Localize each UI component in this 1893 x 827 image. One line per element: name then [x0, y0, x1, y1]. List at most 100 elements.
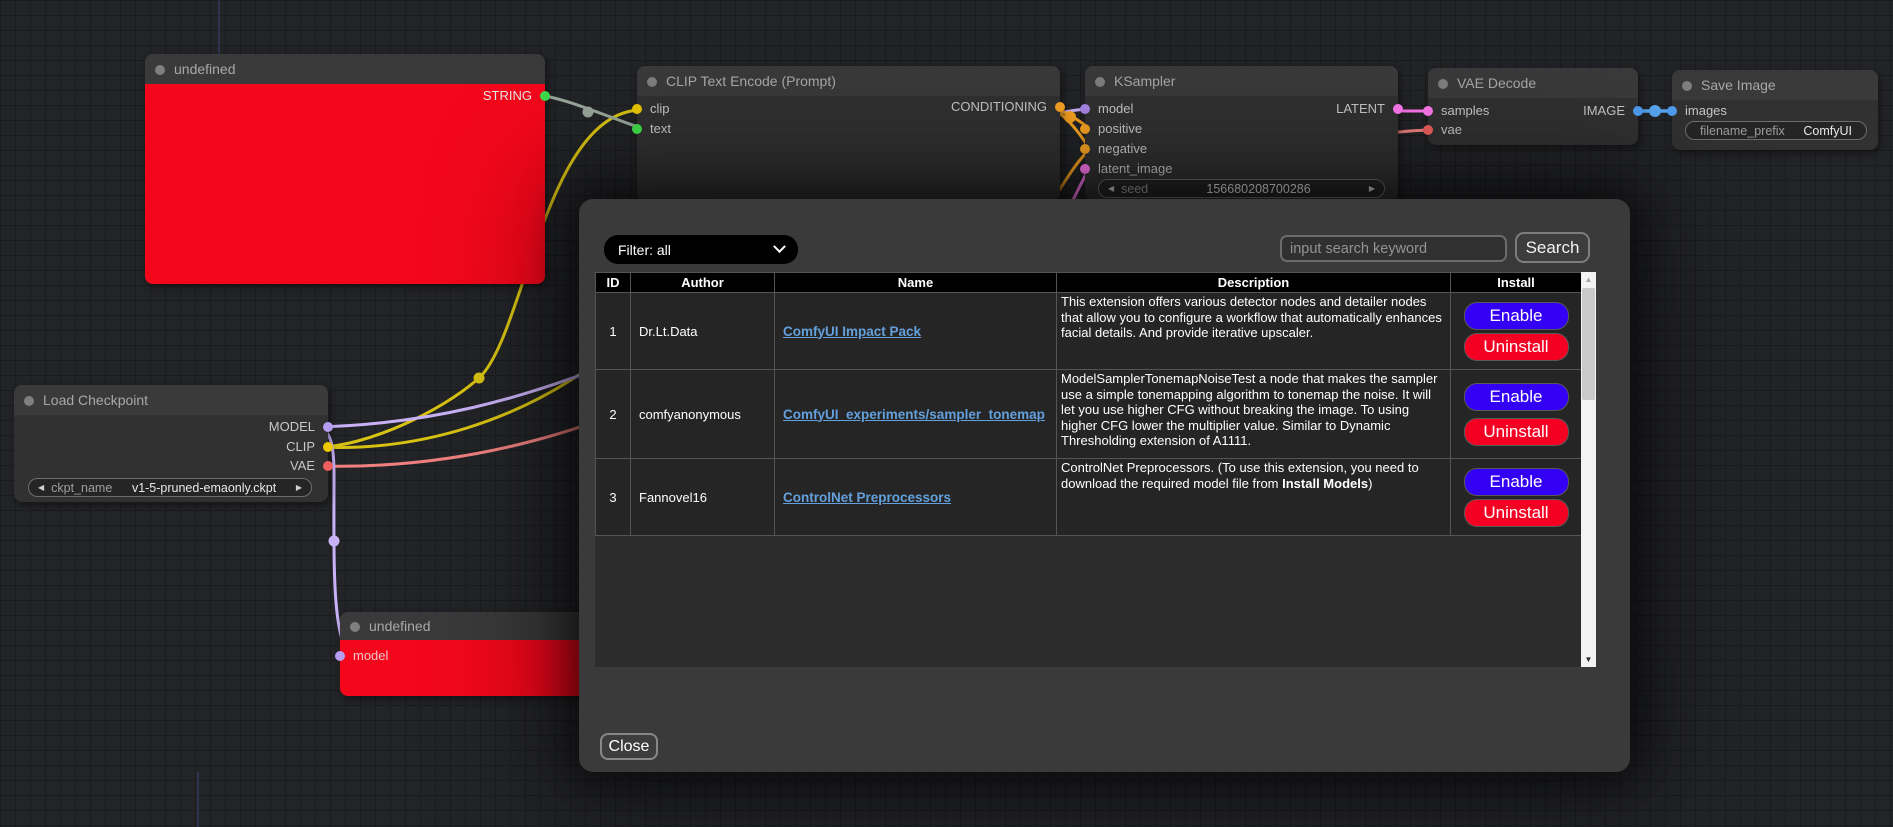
search-input[interactable]	[1280, 235, 1507, 262]
node-title: Load Checkpoint	[14, 385, 328, 415]
output-label: IMAGE	[1583, 103, 1625, 118]
input-label: images	[1685, 103, 1727, 118]
collapse-dot-icon[interactable]	[155, 65, 165, 75]
node-title: KSampler	[1085, 66, 1398, 96]
cell-description: ControlNet Preprocessors. (To use this e…	[1057, 459, 1451, 536]
cell-description: This extension offers various detector n…	[1057, 293, 1451, 370]
extension-table-wrapper: ID Author Name Description Install 1 Dr.…	[595, 272, 1596, 667]
node-title: undefined	[340, 612, 620, 640]
node-load-checkpoint[interactable]: Load Checkpoint MODEL CLIP VAE ◀ ckpt_na…	[14, 385, 328, 502]
filename-prefix-widget[interactable]: filename_prefix ComfyUI	[1685, 121, 1867, 140]
widget-label: seed	[1121, 182, 1148, 196]
reroute-dot[interactable]	[474, 373, 485, 384]
collapse-dot-icon[interactable]	[1438, 79, 1448, 89]
table-scrollbar[interactable]: ▲ ▼	[1581, 272, 1596, 667]
input-label: vae	[1441, 122, 1462, 137]
widget-label: ckpt_name	[51, 481, 112, 495]
output-slot-image[interactable]	[1633, 106, 1643, 116]
node-title: Save Image	[1672, 70, 1878, 100]
filter-select[interactable]: Filter: all	[604, 235, 798, 264]
output-label: CLIP	[286, 439, 315, 454]
input-label: negative	[1098, 141, 1147, 156]
widget-value: ComfyUI	[1803, 124, 1852, 138]
next-arrow-icon[interactable]: ▶	[296, 478, 302, 497]
scroll-down-icon[interactable]: ▼	[1581, 653, 1596, 666]
cell-author: Dr.Lt.Data	[631, 293, 775, 370]
node-clip-text-encode[interactable]: CLIP Text Encode (Prompt) clip text COND…	[637, 66, 1060, 201]
output-label: LATENT	[1336, 101, 1385, 116]
reroute-dot[interactable]	[1649, 105, 1661, 117]
scroll-up-icon[interactable]: ▲	[1581, 273, 1596, 286]
header-install: Install	[1451, 273, 1582, 293]
collapse-dot-icon[interactable]	[1682, 81, 1692, 91]
enable-button[interactable]: Enable	[1465, 303, 1568, 329]
collapse-dot-icon[interactable]	[1095, 77, 1105, 87]
header-name: Name	[775, 273, 1057, 293]
close-button[interactable]: Close	[600, 733, 658, 760]
input-slot-negative[interactable]	[1080, 144, 1090, 154]
collapse-dot-icon[interactable]	[647, 77, 657, 87]
node-ksampler[interactable]: KSampler model positive negative latent_…	[1085, 66, 1398, 201]
node-undefined-bottom[interactable]: undefined model	[340, 612, 620, 696]
enable-button[interactable]: Enable	[1465, 384, 1568, 410]
cell-id: 1	[596, 293, 631, 370]
input-slot-text[interactable]	[632, 124, 642, 134]
header-author: Author	[631, 273, 775, 293]
output-slot-string[interactable]	[540, 91, 550, 101]
header-description: Description	[1057, 273, 1451, 293]
search-button[interactable]: Search	[1515, 232, 1590, 263]
table-header-row: ID Author Name Description Install	[596, 273, 1582, 293]
output-slot-clip[interactable]	[323, 442, 333, 452]
input-slot-vae[interactable]	[1423, 125, 1433, 135]
input-slot-model[interactable]	[335, 651, 345, 661]
reroute-dot[interactable]	[329, 536, 340, 547]
table-row: 1 Dr.Lt.Data ComfyUI Impact Pack This ex…	[596, 293, 1582, 370]
output-label: MODEL	[269, 419, 315, 434]
cell-id: 3	[596, 459, 631, 536]
collapse-dot-icon[interactable]	[350, 622, 360, 632]
reroute-dot[interactable]	[1064, 111, 1076, 123]
output-label: CONDITIONING	[951, 99, 1047, 114]
output-label: STRING	[483, 88, 532, 103]
decrement-arrow-icon[interactable]: ◀	[1108, 179, 1114, 198]
input-slot-latent-image[interactable]	[1080, 164, 1090, 174]
extension-link[interactable]: ControlNet Preprocessors	[783, 490, 951, 505]
input-label: text	[650, 121, 671, 136]
output-slot-conditioning[interactable]	[1055, 102, 1065, 112]
header-id: ID	[596, 273, 631, 293]
prev-arrow-icon[interactable]: ◀	[38, 478, 44, 497]
filter-selected-value: Filter: all	[618, 242, 671, 258]
input-label: model	[353, 648, 388, 663]
output-slot-vae[interactable]	[323, 461, 333, 471]
cell-author: comfyanonymous	[631, 370, 775, 459]
node-save-image[interactable]: Save Image images filename_prefix ComfyU…	[1672, 70, 1878, 150]
enable-button[interactable]: Enable	[1465, 469, 1568, 495]
widget-value: v1-5-pruned-emaonly.ckpt	[112, 481, 296, 495]
node-title: CLIP Text Encode (Prompt)	[637, 66, 1060, 96]
table-row: 3 Fannovel16 ControlNet Preprocessors Co…	[596, 459, 1582, 536]
comfyui-canvas[interactable]: undefined STRING CLIP Text Encode (Promp…	[0, 0, 1893, 827]
uninstall-button[interactable]: Uninstall	[1465, 334, 1568, 360]
uninstall-button[interactable]: Uninstall	[1465, 500, 1568, 526]
increment-arrow-icon[interactable]: ▶	[1369, 179, 1375, 198]
reroute-dot[interactable]	[583, 107, 594, 118]
node-undefined-top[interactable]: undefined STRING	[145, 54, 545, 284]
extension-table: ID Author Name Description Install 1 Dr.…	[595, 272, 1582, 536]
missing-node-body	[145, 84, 545, 284]
extension-link[interactable]: ComfyUI_experiments/sampler_tonemap	[783, 407, 1045, 422]
collapse-dot-icon[interactable]	[24, 396, 34, 406]
node-vae-decode[interactable]: VAE Decode samples vae IMAGE	[1428, 68, 1638, 145]
extension-link[interactable]: ComfyUI Impact Pack	[783, 324, 921, 339]
input-slot-positive[interactable]	[1080, 124, 1090, 134]
manager-dialog: Filter: all Search ID Author Name Descri…	[579, 199, 1630, 772]
chevron-down-icon	[773, 240, 786, 253]
ckpt-name-widget[interactable]: ◀ ckpt_name v1-5-pruned-emaonly.ckpt ▶	[28, 478, 312, 497]
scrollbar-thumb[interactable]	[1582, 288, 1595, 400]
uninstall-button[interactable]: Uninstall	[1465, 419, 1568, 445]
input-label: latent_image	[1098, 161, 1172, 176]
output-slot-model[interactable]	[323, 422, 333, 432]
input-slot-images[interactable]	[1667, 106, 1677, 116]
seed-widget[interactable]: ◀ seed 156680208700286 ▶	[1098, 179, 1385, 198]
node-title: VAE Decode	[1428, 68, 1638, 98]
output-slot-latent[interactable]	[1393, 104, 1403, 114]
